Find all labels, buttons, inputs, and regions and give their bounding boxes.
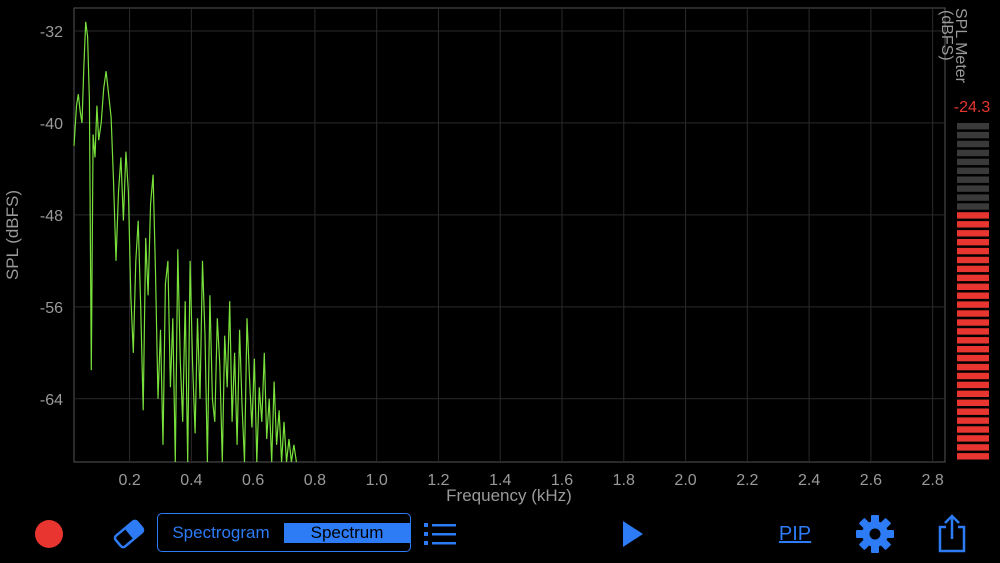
meter-segment-lit [957,363,989,371]
gear-icon [856,515,894,553]
y-tick-label: -48 [40,208,63,225]
x-tick-label: 1.0 [366,472,388,489]
eraser-button[interactable] [108,513,150,555]
meter-segment-unlit [957,123,989,130]
meter-segment-lit [957,301,989,308]
toolbar: Spectrogram Spectrum PIP [0,505,1000,563]
meter-value: -24.3 [954,99,991,116]
record-icon [35,520,63,548]
meter-segment-unlit [957,140,989,148]
x-tick-label: 2.2 [736,472,758,489]
plot-area [73,7,946,463]
meter-segment-lit [957,221,989,228]
meter-segment-unlit [957,185,989,192]
meter-segment-lit [957,346,989,353]
meter-segment-lit [957,426,989,433]
meter-segment-lit [957,399,989,406]
meter-title-line2: (dBFS) [938,10,955,61]
meter-segment-lit [957,212,989,219]
tab-spectrum[interactable]: Spectrum [284,522,410,543]
meter-segment-lit [957,417,989,424]
list-button[interactable] [418,515,462,553]
settings-button[interactable] [852,511,898,557]
meter-segment-lit [957,292,989,299]
x-tick-label: 0.6 [242,472,264,489]
x-tick-label: 2.4 [798,472,820,489]
meter-segment-lit [957,435,989,442]
meter-segment-unlit [957,158,989,166]
meter-segment-lit [957,328,989,335]
x-axis-label: Frequency (kHz) [446,486,572,505]
x-tick-label: 2.6 [860,472,882,489]
meter-segment-lit [957,408,989,415]
list-icon [424,523,456,545]
meter-segment-lit [957,247,989,255]
meter-segment-lit [957,274,989,282]
meter-segment-unlit [957,167,989,174]
y-tick-label: -32 [40,24,63,41]
meter-segment-lit [957,381,989,389]
meter-segment-lit [957,444,989,451]
y-tick-label: -64 [40,392,63,409]
meter-segment-lit [957,310,989,317]
meter-segment-lit [957,230,989,237]
meter-segment-unlit [957,176,989,183]
meter-segment-lit [957,354,989,362]
meter-segment-lit [957,283,989,290]
eraser-icon [113,519,145,549]
meter-bar [957,123,989,460]
meter-segment-lit [957,265,989,273]
play-button[interactable] [614,515,650,553]
y-axis-ticks: -32 -40 -48 -56 -64 [40,24,63,409]
meter-segment-lit [957,256,989,264]
meter-segment-lit [957,390,989,397]
y-axis-label: SPL (dBFS) [3,190,22,280]
x-tick-label: 2.0 [674,472,696,489]
share-icon [938,514,966,553]
meter-segment-unlit [957,194,989,201]
spectrum-chart: 0.2 0.4 0.6 0.8 1.0 1.2 1.4 1.6 1.8 2.0 2.2 2.4 2.6 2… [3,7,991,505]
x-tick-label: 0.8 [304,472,326,489]
view-mode-segmented-control: Spectrogram Spectrum [157,513,411,552]
meter-segment-unlit [957,131,989,139]
meter-segment-lit [957,239,989,246]
x-tick-label: 2.8 [922,472,944,489]
meter-segment-lit [957,319,989,326]
x-tick-label: 0.2 [118,472,140,489]
share-button[interactable] [932,509,972,557]
meter-segment-lit [957,372,989,380]
play-icon [623,521,643,547]
pip-button[interactable]: PIP [770,517,820,551]
y-tick-label: -40 [40,116,63,133]
x-tick-label: 1.8 [613,472,635,489]
meter-segment-lit [957,453,989,460]
record-button[interactable] [34,519,64,549]
tab-spectrogram[interactable]: Spectrogram [158,523,284,543]
meter-segment-lit [957,337,989,344]
y-tick-label: -56 [40,300,63,317]
meter-segment-unlit [957,203,989,210]
meter-segment-unlit [957,149,989,157]
x-tick-label: 0.4 [180,472,202,489]
